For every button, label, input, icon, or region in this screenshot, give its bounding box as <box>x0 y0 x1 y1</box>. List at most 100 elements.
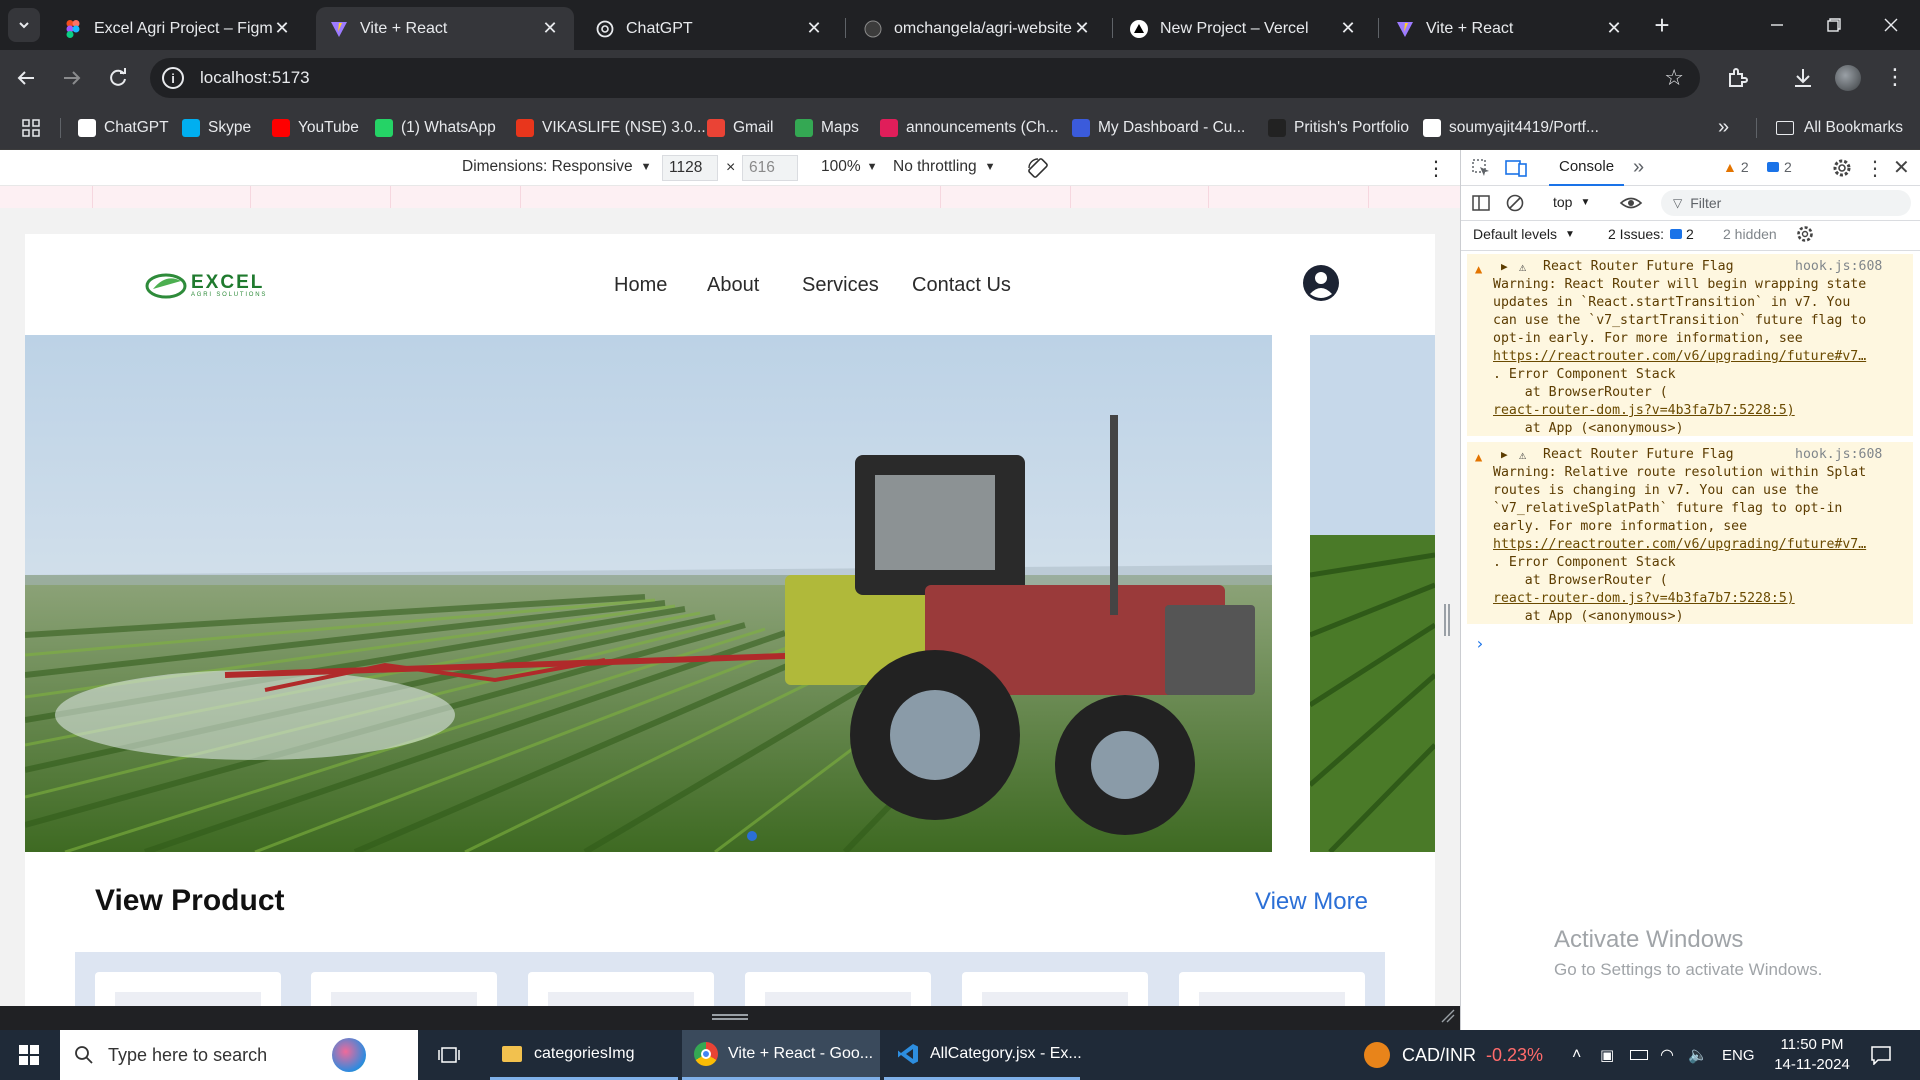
bookmark-item[interactable]: (1) WhatsApp <box>375 116 496 140</box>
bookmark-item[interactable]: Maps <box>795 116 859 140</box>
issues-button[interactable]: 2 Issues: 2 <box>1608 226 1694 242</box>
throttling-dropdown[interactable]: No throttling ▼ <box>893 158 995 176</box>
close-devtools-icon[interactable]: ✕ <box>1893 155 1910 180</box>
product-card[interactable] <box>1179 972 1365 1006</box>
resize-corner-icon[interactable] <box>1440 1008 1456 1024</box>
close-icon[interactable]: ✕ <box>272 18 292 39</box>
device-icon[interactable]: ▣ <box>1600 1030 1614 1080</box>
bookmark-item[interactable]: My Dashboard - Cu... <box>1072 116 1245 140</box>
devtools-menu-icon[interactable]: ⋮ <box>1865 156 1885 181</box>
stack-source-link[interactable]: react-router-dom.js?v=4b3fa7b7:5228:5) <box>1493 590 1907 608</box>
tab-vercel[interactable]: New Project – Vercel ✕ <box>1116 7 1372 50</box>
media-query-bar[interactable] <box>0 186 1460 208</box>
sidebar-toggle-icon[interactable] <box>1471 193 1491 213</box>
site-logo[interactable]: EXCEL AGRI SOLUTIONS <box>145 271 267 301</box>
message-source-link[interactable]: hook.js:608 <box>1795 258 1882 276</box>
width-input[interactable]: 1128 <box>662 155 718 181</box>
messages-counter[interactable]: 2 <box>1767 159 1792 175</box>
taskbar-app-explorer[interactable]: categoriesImg <box>490 1030 678 1080</box>
log-levels-dropdown[interactable]: Default levels ▼ <box>1473 226 1575 242</box>
bookmark-item[interactable]: ChatGPT <box>78 116 169 140</box>
console-settings-icon[interactable] <box>1795 224 1815 244</box>
product-card[interactable] <box>528 972 714 1006</box>
tab-console[interactable]: Console <box>1549 150 1625 186</box>
product-card[interactable] <box>745 972 931 1006</box>
expand-caret-icon[interactable]: ▶ <box>1501 258 1508 276</box>
apps-grid-icon[interactable] <box>22 119 40 137</box>
bookmark-item[interactable]: YouTube <box>272 116 359 140</box>
device-more-icon[interactable]: ⋮ <box>1426 156 1446 181</box>
viewport-right-handle[interactable] <box>1444 604 1450 636</box>
user-account-icon[interactable] <box>1302 264 1340 302</box>
hero-slide[interactable] <box>25 335 1272 852</box>
new-tab-button[interactable]: + <box>1648 12 1676 40</box>
docs-link[interactable]: https://reactrouter.com/v6/upgrading/fut… <box>1493 536 1907 554</box>
clear-console-icon[interactable] <box>1505 193 1525 213</box>
rotate-icon[interactable] <box>1026 156 1050 180</box>
menu-kebab-icon[interactable]: ⋮ <box>1884 66 1906 88</box>
taskbar-app-chrome[interactable]: Vite + React - Goo... <box>682 1030 880 1080</box>
close-window-button[interactable] <box>1876 10 1906 40</box>
close-icon[interactable]: ✕ <box>804 18 824 39</box>
hero-slide-next[interactable] <box>1310 335 1435 852</box>
product-card[interactable] <box>962 972 1148 1006</box>
device-toggle-icon[interactable] <box>1505 158 1527 178</box>
minimize-button[interactable] <box>1762 10 1792 40</box>
tab-vite-react-active[interactable]: Vite + React ✕ <box>316 7 574 50</box>
reload-button[interactable] <box>106 66 130 90</box>
carousel-dot-active[interactable] <box>747 831 757 841</box>
currency-ticker[interactable]: CAD/INR -0.23% <box>1364 1030 1543 1080</box>
more-tabs-icon[interactable]: » <box>1633 156 1644 179</box>
tab-chatgpt[interactable]: ChatGPT ✕ <box>582 7 838 50</box>
inspect-element-icon[interactable] <box>1471 158 1491 178</box>
download-icon[interactable] <box>1790 65 1816 91</box>
bookmarks-overflow-icon[interactable]: » <box>1718 116 1729 139</box>
bookmark-item[interactable]: announcements (Ch... <box>880 116 1059 140</box>
eye-icon[interactable] <box>1619 194 1643 212</box>
close-icon[interactable]: ✕ <box>540 18 560 39</box>
console-prompt[interactable]: › <box>1475 634 1485 653</box>
filter-input[interactable]: ▽ Filter <box>1661 190 1911 216</box>
close-icon[interactable]: ✕ <box>1338 18 1358 39</box>
restore-button[interactable] <box>1818 10 1848 40</box>
clock[interactable]: 11:50 PM 14-11-2024 <box>1770 1030 1854 1080</box>
battery-icon[interactable] <box>1630 1030 1648 1080</box>
stack-source-link[interactable]: react-router-dom.js?v=4b3fa7b7:5228:5) <box>1493 402 1907 420</box>
nav-contact-us[interactable]: Contact Us <box>912 274 1011 297</box>
taskbar-search-box[interactable]: Type here to search <box>60 1030 418 1080</box>
extensions-icon[interactable] <box>1725 65 1751 91</box>
nav-home[interactable]: Home <box>614 274 667 297</box>
volume-icon[interactable]: 🔈 <box>1688 1030 1708 1080</box>
taskbar-app-vscode[interactable]: AllCategory.jsx - Ex... <box>884 1030 1082 1080</box>
back-button[interactable] <box>14 66 38 90</box>
site-info-icon[interactable]: i <box>162 67 184 89</box>
nav-about[interactable]: About <box>707 274 759 297</box>
bookmark-item[interactable]: soumyajit4419/Portf... <box>1423 116 1599 140</box>
wifi-icon[interactable]: ◠ <box>1660 1030 1674 1080</box>
task-view-button[interactable] <box>436 1030 462 1080</box>
forward-button[interactable] <box>60 66 84 90</box>
bookmark-item[interactable]: Gmail <box>707 116 773 140</box>
warnings-counter[interactable]: ▲ 2 <box>1723 159 1749 175</box>
message-source-link[interactable]: hook.js:608 <box>1795 446 1882 464</box>
star-icon[interactable]: ☆ <box>1664 65 1684 91</box>
bookmark-item[interactable]: Skype <box>182 116 251 140</box>
nav-services[interactable]: Services <box>802 274 879 297</box>
bookmark-item[interactable]: Pritish's Portfolio <box>1268 116 1409 140</box>
product-card[interactable] <box>95 972 281 1006</box>
tab-vite-react-2[interactable]: Vite + React ✕ <box>1382 7 1638 50</box>
bookmark-item[interactable]: VIKASLIFE (NSE) 3.0... <box>516 116 706 140</box>
address-bar[interactable]: i localhost:5173 ☆ <box>150 58 1700 98</box>
close-icon[interactable]: ✕ <box>1072 18 1092 39</box>
tab-github[interactable]: omchangela/agri-website ✕ <box>850 7 1106 50</box>
console-warning[interactable]: ▲ ▶ ⚠ React Router Future Flag hook.js:6… <box>1467 254 1913 436</box>
dimensions-dropdown[interactable]: Dimensions: Responsive ▼ <box>462 158 651 176</box>
close-icon[interactable]: ✕ <box>1604 18 1624 39</box>
all-bookmarks-folder[interactable]: All Bookmarks <box>1776 116 1903 140</box>
language-indicator[interactable]: ENG <box>1722 1030 1755 1080</box>
tab-search-button[interactable] <box>8 8 40 42</box>
start-button[interactable] <box>0 1030 58 1080</box>
tab-figma[interactable]: Excel Agri Project – Figma ✕ <box>50 7 306 50</box>
show-hidden-icons[interactable]: ˄ <box>1572 1030 1581 1080</box>
height-input[interactable]: 616 <box>742 155 798 181</box>
